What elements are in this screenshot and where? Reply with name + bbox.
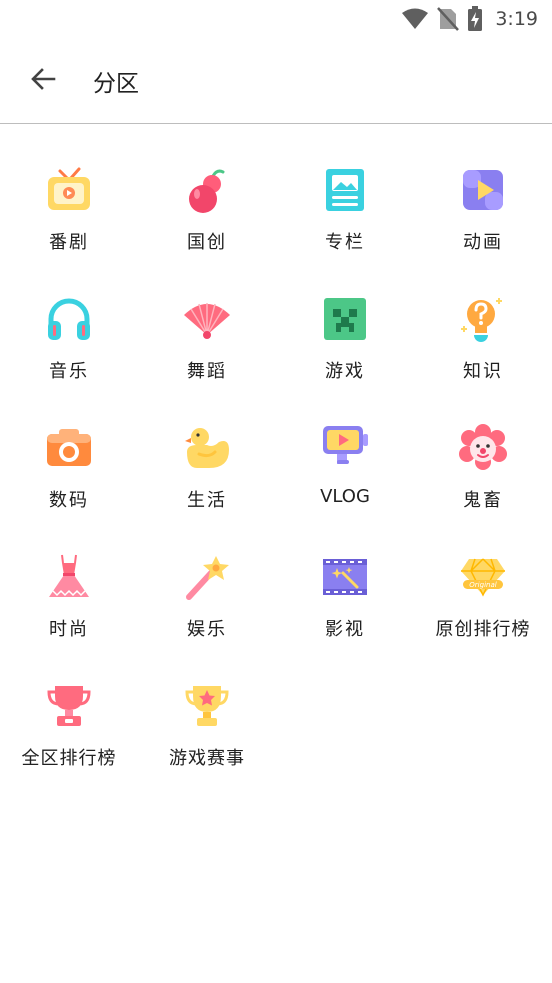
category-item-game[interactable]: 游戏 (276, 253, 414, 382)
no-sim-icon (437, 7, 460, 31)
clock: 3:19 (495, 8, 538, 30)
original-diamond-icon: Original (459, 553, 507, 601)
category-label: VLOG (320, 486, 370, 507)
battery-charging-icon (467, 6, 483, 32)
category-item-kichiku[interactable]: 鬼畜 (414, 382, 552, 511)
status-bar: 3:19 (0, 0, 552, 38)
category-label: 舞蹈 (187, 361, 227, 382)
film-icon (321, 553, 369, 601)
creeper-icon (321, 295, 369, 343)
category-item-animation[interactable]: 动画 (414, 124, 552, 253)
duck-icon (183, 424, 231, 472)
category-item-guochuang[interactable]: 国创 (138, 124, 276, 253)
category-item-film[interactable]: 影视 (276, 511, 414, 640)
category-label: 国创 (187, 232, 227, 253)
category-label: 鬼畜 (463, 490, 503, 511)
category-label: 娱乐 (187, 619, 227, 640)
category-label: 番剧 (49, 232, 89, 253)
category-label: 生活 (187, 490, 227, 511)
fan-icon (183, 295, 231, 343)
magic-wand-icon (183, 553, 231, 601)
category-label: 数码 (49, 490, 89, 511)
category-label: 动画 (463, 232, 503, 253)
svg-text:Original: Original (469, 581, 496, 589)
category-item-column[interactable]: 专栏 (276, 124, 414, 253)
lightbulb-icon (459, 295, 507, 343)
category-label: 影视 (325, 619, 365, 640)
category-label: 时尚 (49, 619, 89, 640)
category-item-digital[interactable]: 数码 (0, 382, 138, 511)
category-item-knowledge[interactable]: 知识 (414, 253, 552, 382)
category-label: 音乐 (49, 361, 89, 382)
clown-icon (459, 424, 507, 472)
dress-icon (45, 553, 93, 601)
camera-icon (45, 424, 93, 472)
back-button[interactable] (22, 60, 64, 102)
gourd-icon (183, 166, 231, 214)
category-item-fashion[interactable]: 时尚 (0, 511, 138, 640)
category-item-vlog[interactable]: VLOG (276, 382, 414, 511)
category-item-original-ranking[interactable]: Original 原创排行榜 (414, 511, 552, 640)
headphones-icon (45, 295, 93, 343)
category-label: 知识 (463, 361, 503, 382)
arrow-back-icon (30, 66, 56, 96)
toolbar: 分区 (0, 38, 552, 124)
category-label: 游戏 (325, 361, 365, 382)
category-item-life[interactable]: 生活 (138, 382, 276, 511)
category-item-entertainment[interactable]: 娱乐 (138, 511, 276, 640)
category-label: 全区排行榜 (21, 748, 117, 769)
animation-icon (459, 166, 507, 214)
page-title: 分区 (93, 70, 139, 97)
vlog-camera-icon (321, 424, 369, 472)
wifi-icon (401, 8, 429, 30)
category-label: 原创排行榜 (435, 619, 531, 640)
category-item-dance[interactable]: 舞蹈 (138, 253, 276, 382)
category-item-esports[interactable]: 游戏赛事 (138, 640, 276, 769)
tv-icon (45, 166, 93, 214)
category-item-bangumi[interactable]: 番剧 (0, 124, 138, 253)
category-label: 专栏 (325, 232, 365, 253)
gold-trophy-icon (183, 682, 231, 730)
red-trophy-icon (45, 682, 93, 730)
category-label: 游戏赛事 (169, 748, 245, 769)
article-icon (321, 166, 369, 214)
category-item-all-ranking[interactable]: 全区排行榜 (0, 640, 138, 769)
category-item-music[interactable]: 音乐 (0, 253, 138, 382)
